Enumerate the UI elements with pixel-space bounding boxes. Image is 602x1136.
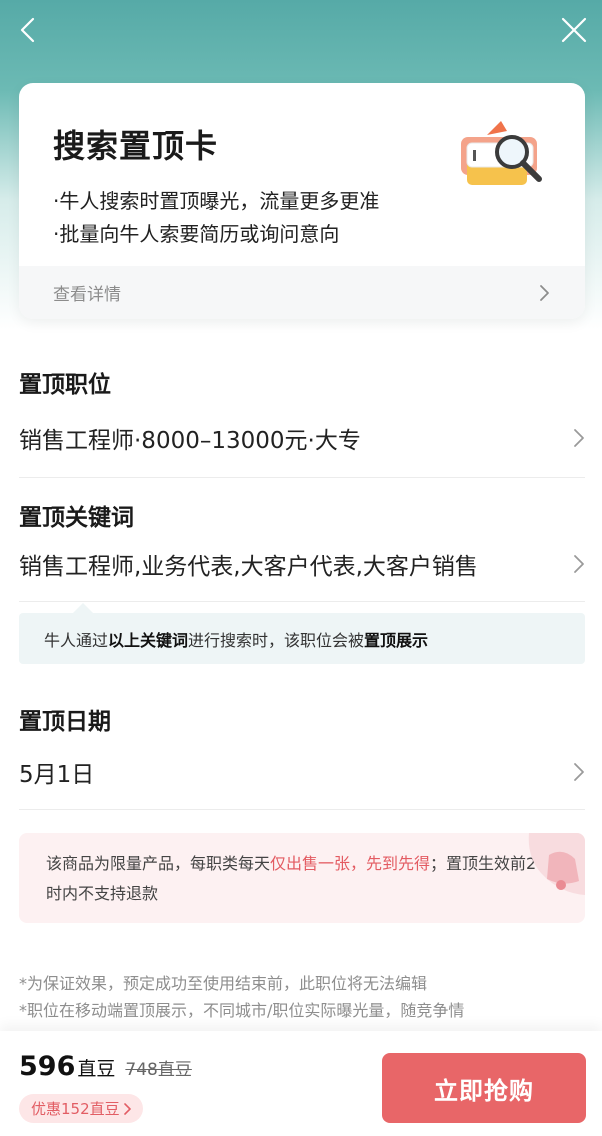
chevron-right-icon	[540, 284, 549, 301]
chevron-right-icon	[574, 763, 584, 781]
tip-text: 牛人通过	[44, 630, 109, 650]
close-button[interactable]	[556, 12, 592, 48]
chevron-left-icon	[20, 17, 35, 43]
limited-notice: 该商品为限量产品，每职类每天仅出售一张，先到先得；置顶生效前24小时内不支持退款	[19, 833, 585, 923]
discount-badge[interactable]: 优惠152直豆	[19, 1094, 143, 1123]
date-section-title: 置顶日期	[19, 709, 111, 735]
buy-now-button[interactable]: 立即抢购	[382, 1053, 586, 1123]
bell-decoration-icon	[528, 833, 585, 895]
chevron-right-icon	[574, 555, 584, 573]
notice-highlight: 仅出售一张，先到先得	[270, 854, 431, 873]
price-value: 596	[19, 1051, 76, 1082]
card-bullet: ·牛人搜索时置顶曝光，流量更多更准	[53, 189, 380, 213]
date-value: 5月1日	[19, 762, 95, 788]
notice-text: 该商品为限量产品，每职类每天	[46, 854, 271, 873]
position-value: 销售工程师·8000–13000元·大专	[19, 428, 361, 454]
discount-label: 优惠152直豆	[31, 1100, 120, 1118]
card-title: 搜索置顶卡	[53, 127, 219, 165]
keywords-value: 销售工程师,业务代表,大客户代表,大客户销售	[19, 554, 478, 580]
bottom-bar: 596 直豆 748直豆 优惠152直豆 立即抢购	[0, 1031, 602, 1136]
note-line: *职位在移动端置顶展示，不同城市/职位实际曝光量，随竞争情	[19, 1001, 465, 1020]
note-line: *为保证效果，预定成功至使用结束前，此职位将无法编辑	[19, 974, 428, 993]
view-details-label: 查看详情	[53, 285, 121, 305]
close-icon	[561, 17, 587, 43]
keywords-section-title: 置顶关键词	[19, 505, 134, 531]
tip-text-bold: 以上关键词	[108, 630, 189, 650]
search-card-illustration-icon	[457, 117, 547, 197]
position-selector[interactable]: 销售工程师·8000–13000元·大专	[19, 420, 585, 456]
divider	[19, 809, 585, 810]
view-details-link[interactable]: 查看详情	[19, 266, 585, 319]
keywords-selector[interactable]: 销售工程师,业务代表,大客户代表,大客户销售	[19, 546, 585, 582]
back-button[interactable]	[12, 14, 44, 46]
chevron-right-icon	[574, 429, 584, 447]
notes: *为保证效果，预定成功至使用结束前，此职位将无法编辑 *职位在移动端置顶展示，不…	[19, 970, 585, 1024]
tip-text-bold: 置顶展示	[364, 630, 429, 650]
tip-pointer	[73, 603, 93, 613]
price-unit: 直豆	[77, 1058, 116, 1080]
tip-text: 进行搜索时，该职位会被	[188, 630, 365, 650]
divider	[19, 601, 585, 602]
date-selector[interactable]: 5月1日	[19, 754, 585, 790]
product-card: 搜索置顶卡 ·牛人搜索时置顶曝光，流量更多更准 ·批量向牛人索要简历或询问意向 …	[19, 83, 585, 319]
card-bullet: ·批量向牛人索要简历或询问意向	[53, 222, 340, 246]
keyword-tip: 牛人通过 以上关键词 进行搜索时，该职位会被 置顶展示	[19, 613, 585, 664]
chevron-right-icon	[123, 1102, 131, 1115]
original-price: 748直豆	[125, 1060, 192, 1080]
divider	[19, 477, 585, 478]
price-row: 596 直豆 748直豆	[19, 1051, 192, 1082]
position-section-title: 置顶职位	[19, 372, 111, 398]
